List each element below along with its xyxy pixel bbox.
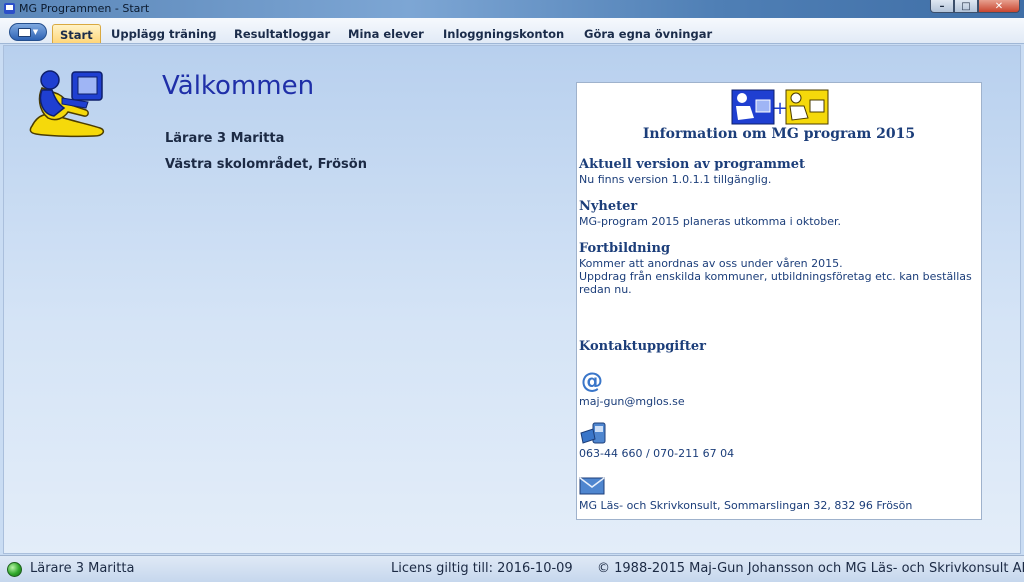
phone-icon bbox=[580, 422, 606, 444]
user-name: Lärare 3 Maritta bbox=[165, 131, 285, 146]
close-button[interactable]: ✕ bbox=[978, 0, 1020, 13]
status-user: Lärare 3 Maritta bbox=[30, 561, 135, 576]
section-heading: Nyheter bbox=[579, 199, 638, 214]
tab-resultatloggar[interactable]: Resultatloggar bbox=[227, 24, 337, 43]
document-icon bbox=[17, 27, 31, 37]
status-license: Licens giltig till: 2016-10-09 bbox=[391, 561, 573, 576]
contact-phone: 063-44 660 / 070-211 67 04 bbox=[579, 447, 735, 460]
window-title: MG Programmen - Start bbox=[19, 2, 150, 15]
svg-text:@: @ bbox=[581, 369, 603, 393]
status-copyright: © 1988-2015 Maj-Gun Johansson och MG Läs… bbox=[597, 561, 1024, 576]
contact-email[interactable]: maj-gun@mglos.se bbox=[579, 395, 685, 408]
minimize-button[interactable]: – bbox=[930, 0, 954, 13]
contact-heading: Kontaktuppgifter bbox=[579, 339, 706, 354]
section-text: Uppdrag från enskilda kommuner, utbildni… bbox=[579, 270, 972, 296]
section-text: Kommer att anordnas av oss under våren 2… bbox=[579, 257, 843, 270]
app-icon bbox=[4, 3, 15, 14]
welcome-heading: Välkommen bbox=[162, 71, 315, 101]
section-text: MG-program 2015 planeras utkomma i oktob… bbox=[579, 215, 842, 228]
status-bar: Lärare 3 Maritta Licens giltig till: 201… bbox=[0, 555, 1024, 582]
application-menu-button[interactable]: ▼ bbox=[9, 23, 47, 41]
email-icon: @ bbox=[581, 369, 603, 393]
tab-inloggningskonton[interactable]: Inloggningskonton bbox=[436, 24, 571, 43]
envelope-icon bbox=[579, 477, 605, 495]
user-organization: Västra skolområdet, Frösön bbox=[165, 157, 367, 172]
info-title: Information om MG program 2015 bbox=[642, 126, 916, 142]
window-controls: – □ ✕ bbox=[930, 0, 1020, 14]
tab-start[interactable]: Start bbox=[52, 24, 101, 43]
mg-program-logo-icon: + bbox=[731, 89, 829, 125]
section-heading: Fortbildning bbox=[579, 241, 671, 256]
maximize-button[interactable]: □ bbox=[954, 0, 978, 13]
section-text: Nu finns version 1.0.1.1 tillgänglig. bbox=[579, 173, 772, 186]
online-status-icon bbox=[7, 562, 22, 577]
title-bar: MG Programmen - Start – □ ✕ bbox=[0, 0, 1024, 18]
tab-gora-egna-ovningar[interactable]: Göra egna övningar bbox=[577, 24, 719, 43]
section-heading: Aktuell version av programmet bbox=[579, 157, 806, 172]
info-panel: + Information om MG program 2015 Aktuell… bbox=[576, 82, 982, 520]
ribbon-tabs: ▼ Start Upplägg träning Resultatloggar M… bbox=[0, 18, 1024, 44]
chevron-down-icon: ▼ bbox=[32, 28, 39, 36]
mg-logo-icon bbox=[29, 70, 105, 138]
tab-mina-elever[interactable]: Mina elever bbox=[341, 24, 431, 43]
tab-upplagg-traning[interactable]: Upplägg träning bbox=[104, 24, 223, 43]
svg-text:+: + bbox=[772, 98, 787, 119]
contact-address: MG Läs- och Skrivkonsult, Sommarslingan … bbox=[579, 499, 913, 512]
